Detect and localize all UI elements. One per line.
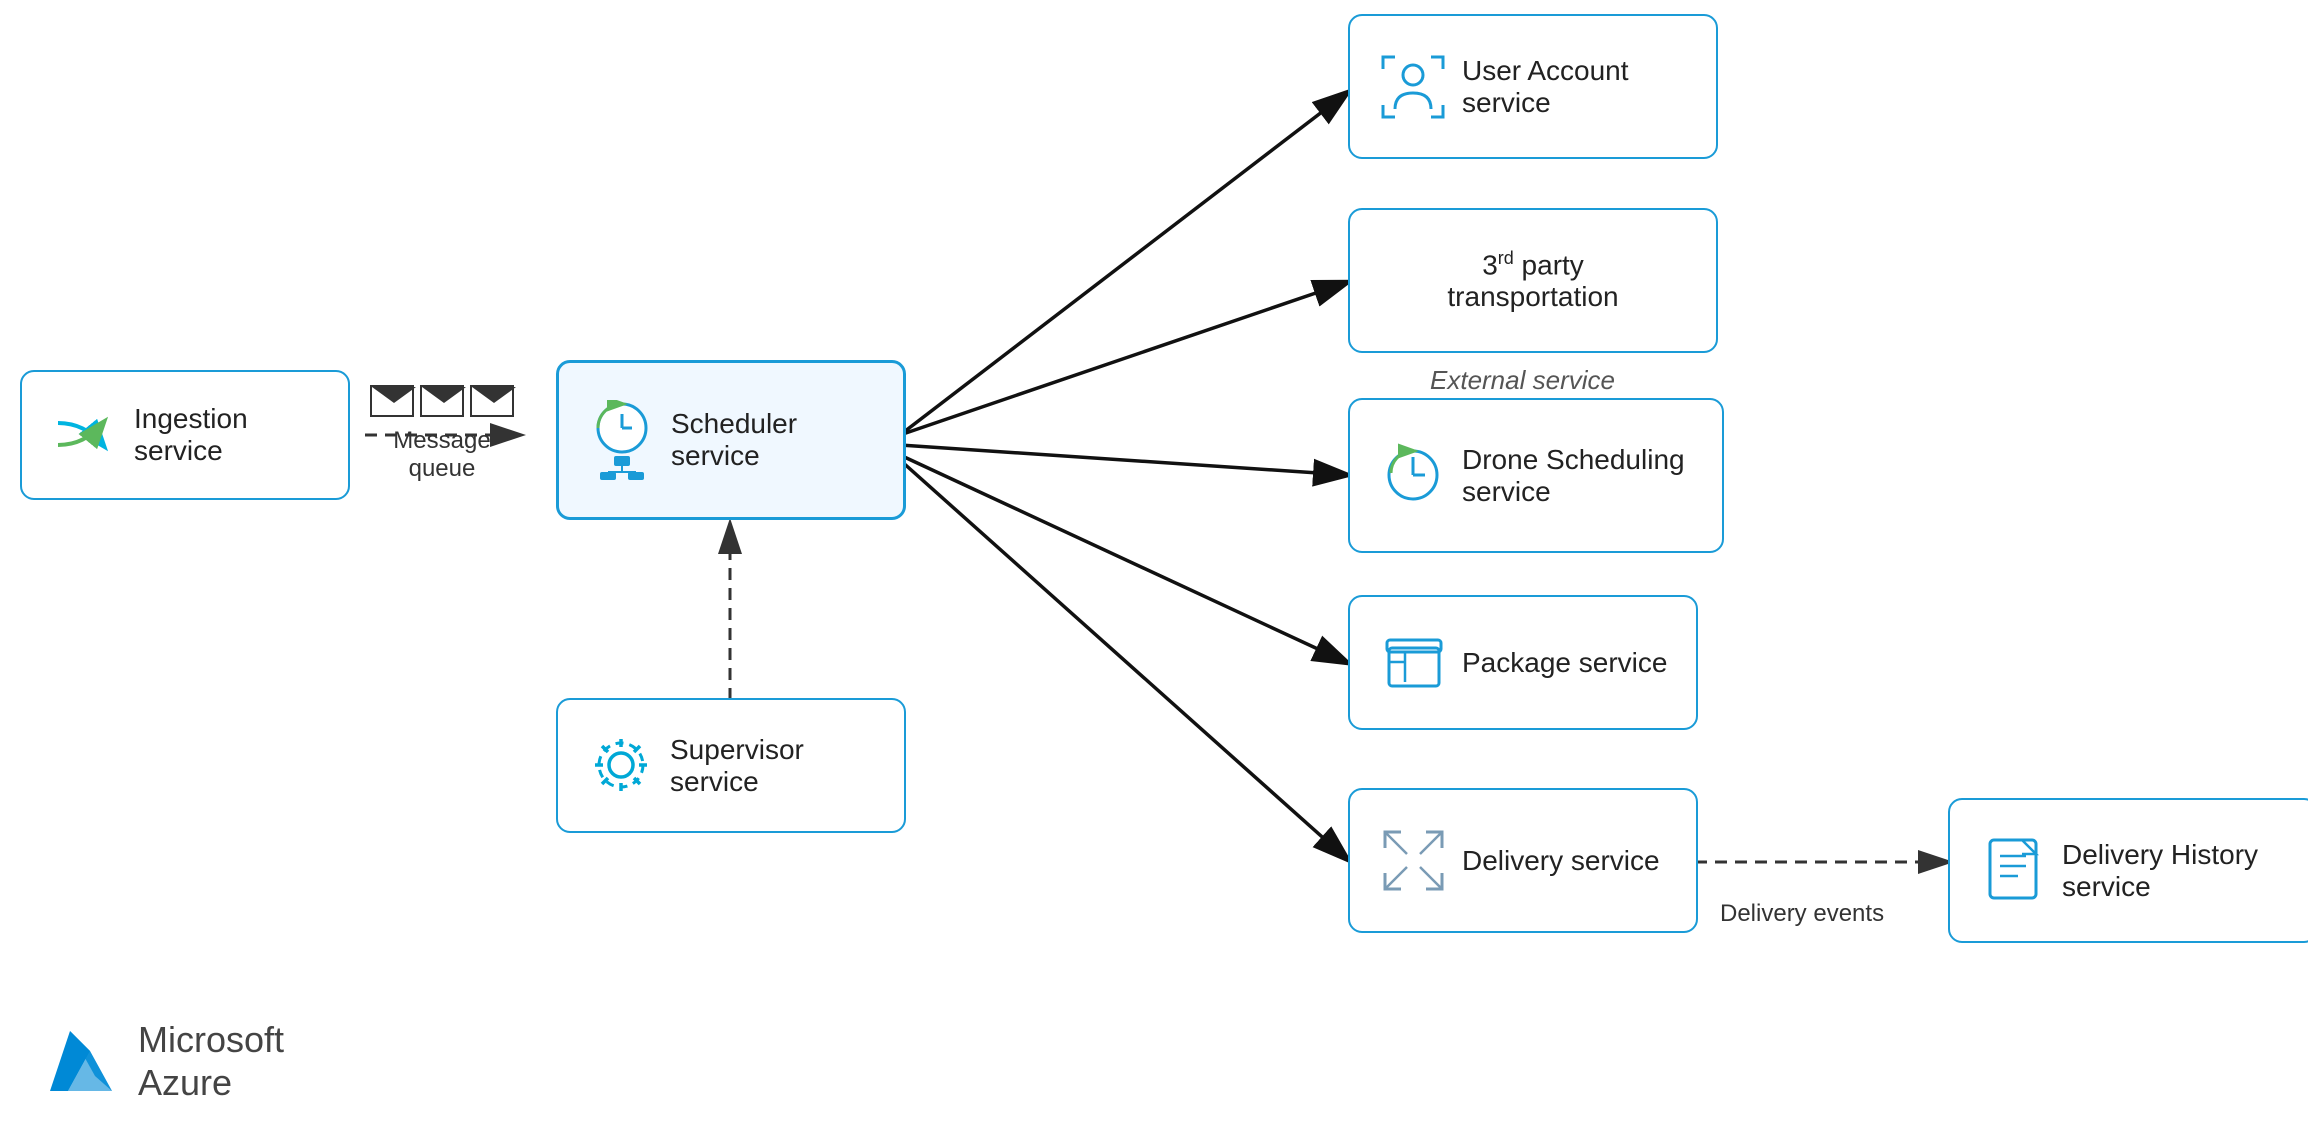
delivery-events-label: Delivery events [1720,900,1884,928]
scheduler-icon [587,405,657,475]
supervisor-label: Supervisor service [670,734,876,798]
user-account-label: User Account service [1462,55,1688,119]
delivery-service-box: Delivery service [1348,788,1698,933]
scheduler-service-box: Scheduler service [556,360,906,520]
external-service-label: External service [1430,365,1615,396]
package-label: Package service [1462,647,1667,679]
envelope-2 [420,385,464,417]
scheduler-label: Scheduler service [671,408,875,472]
message-queue: Messagequeue [370,385,514,483]
envelope-row [370,385,514,417]
third-party-service-box: 3rd partytransportation [1348,208,1718,353]
envelope-3 [470,385,514,417]
microsoft-azure-text: MicrosoftAzure [138,1018,284,1104]
delivery-label: Delivery service [1462,845,1660,877]
package-icon [1378,628,1448,698]
arrows-svg [0,0,2308,1144]
delivery-history-service-box: Delivery History service [1948,798,2308,943]
supervisor-icon [586,731,656,801]
drone-scheduling-service-box: Drone Scheduling service [1348,398,1724,553]
supervisor-service-box: Supervisor service [556,698,906,833]
drone-scheduling-label: Drone Scheduling service [1462,444,1694,508]
queue-label: Messagequeue [393,427,490,483]
azure-logo-icon [40,1021,120,1101]
ingestion-label: Ingestion service [134,403,320,467]
user-account-icon [1378,52,1448,122]
ingestion-service-box: Ingestion service [20,370,350,500]
delivery-history-label: Delivery History service [2062,839,2288,903]
drone-scheduling-icon [1378,441,1448,511]
delivery-history-icon [1978,836,2048,906]
azure-logo: MicrosoftAzure [40,1018,284,1104]
delivery-icon [1378,826,1448,896]
ingestion-icon [50,400,120,470]
diagram: Ingestion service Messagequeue [0,0,2308,1144]
user-account-service-box: User Account service [1348,14,1718,159]
envelope-1 [370,385,414,417]
third-party-label: 3rd partytransportation [1378,248,1688,313]
package-service-box: Package service [1348,595,1698,730]
